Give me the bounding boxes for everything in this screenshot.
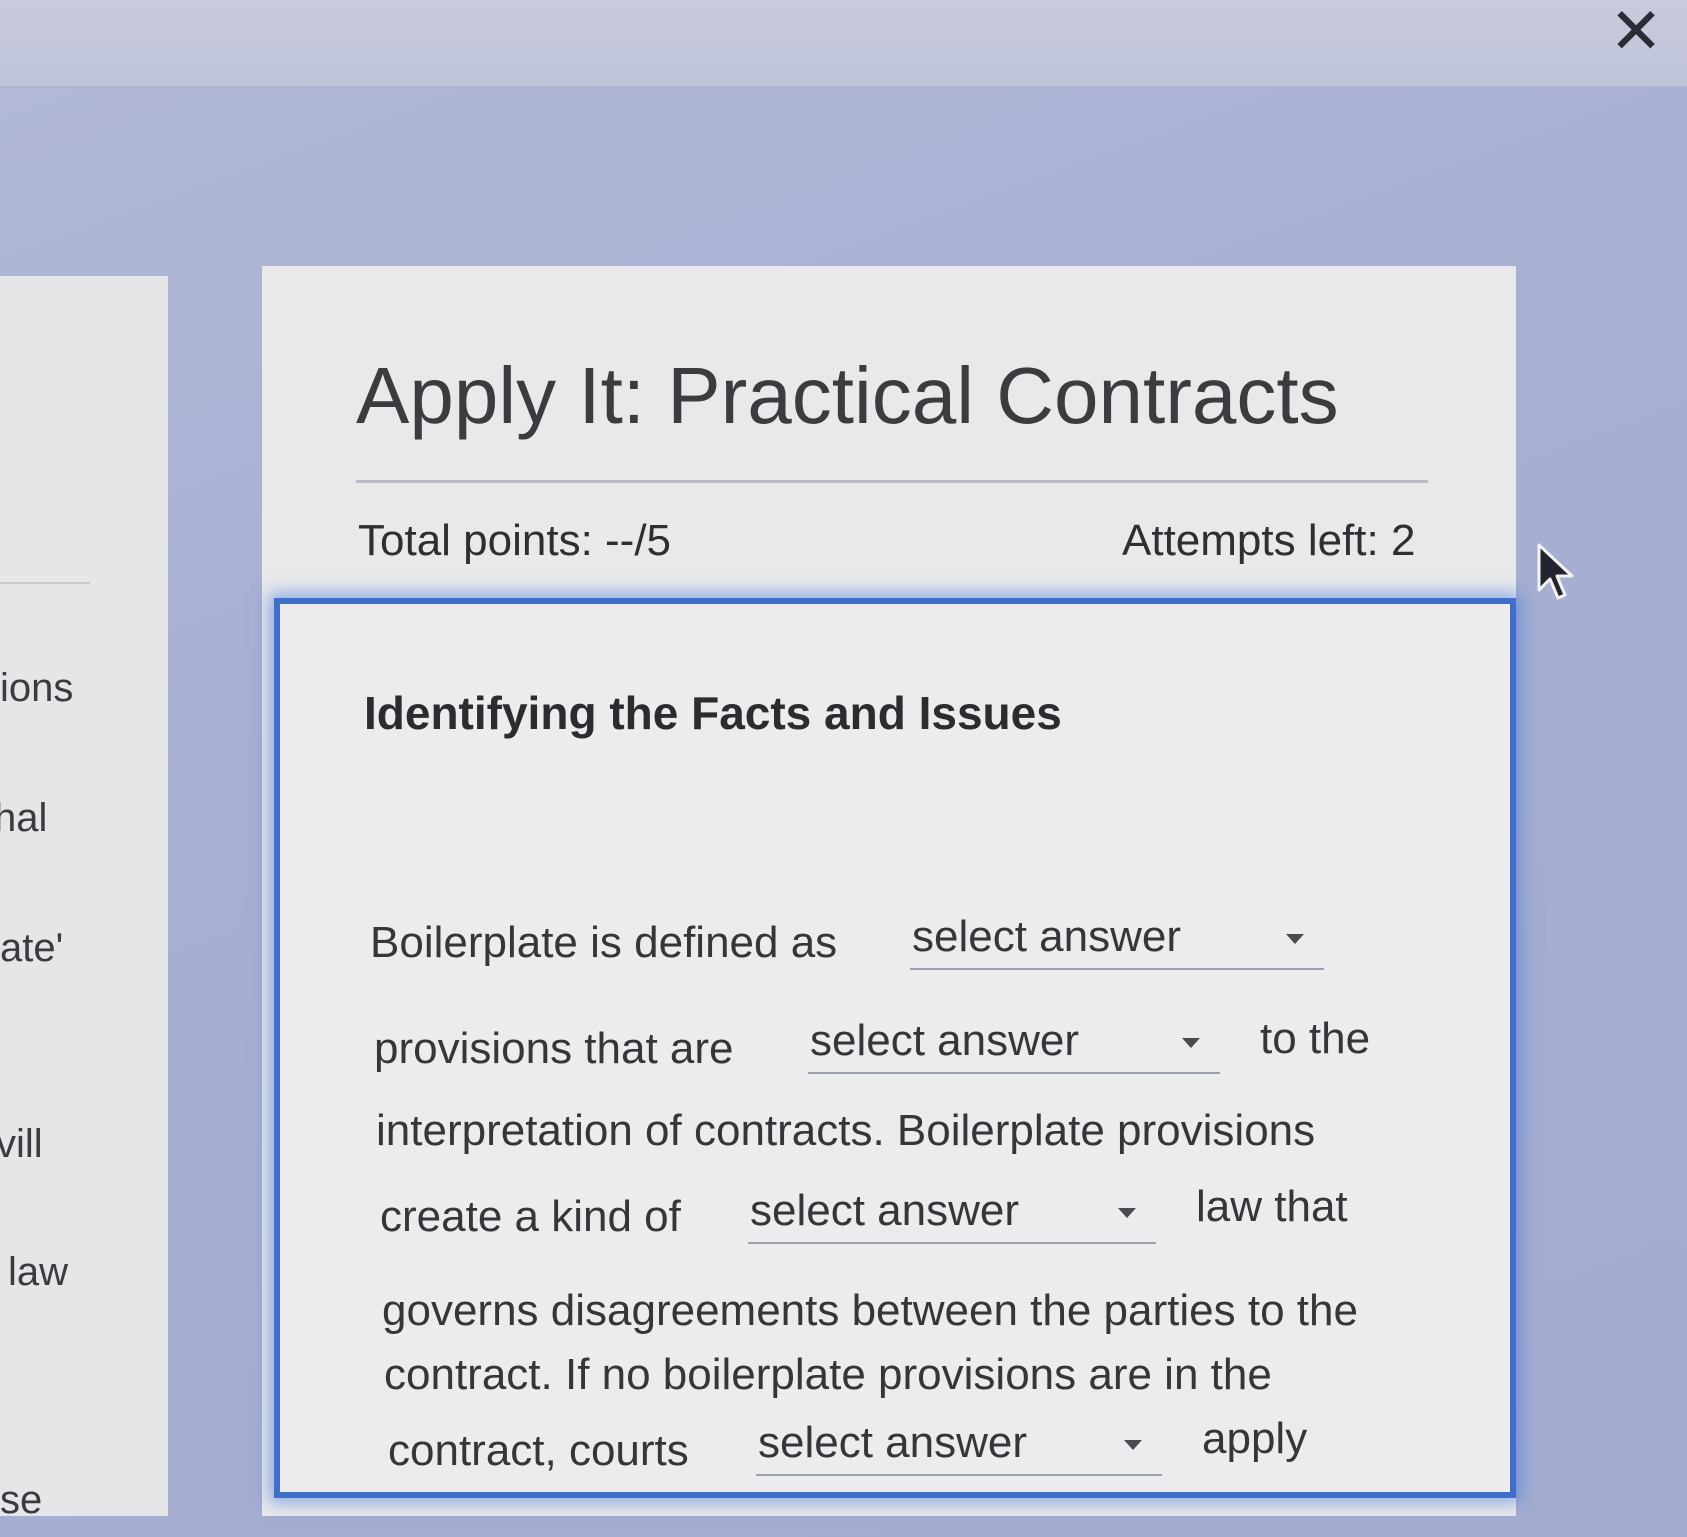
- question-text: provisions that are: [374, 1024, 734, 1073]
- mouse-pointer-icon: [1537, 543, 1574, 600]
- top-bar: ✕: [0, 0, 1687, 88]
- sidebar-text-fragment: law: [8, 1250, 69, 1294]
- total-points: Total points: --/5: [358, 516, 672, 565]
- question-text: create a kind of: [380, 1192, 681, 1241]
- sidebar-text-fragment: ate': [0, 926, 64, 970]
- attempts-left: Attempts left: 2: [1122, 516, 1416, 565]
- chevron-down-icon[interactable]: [1124, 1440, 1142, 1450]
- question-text: to the: [1260, 1014, 1371, 1063]
- dropdown-value: select answer: [810, 1016, 1080, 1065]
- question-text: contract, courts: [388, 1426, 689, 1475]
- chevron-down-icon[interactable]: [1118, 1208, 1136, 1218]
- dropdown-value: select answer: [758, 1418, 1028, 1467]
- sidebar-text-fragment: vill: [0, 1122, 43, 1166]
- sidebar-text-fragment: hal: [0, 796, 48, 840]
- question-text: law that: [1196, 1182, 1348, 1231]
- question-text: governs disagreements between the partie…: [382, 1286, 1358, 1335]
- question-heading: Identifying the Facts and Issues: [364, 687, 1062, 739]
- sidebar-text-fragment: ions: [0, 666, 74, 710]
- question-text: interpretation of contracts. Boilerplate…: [376, 1106, 1316, 1155]
- close-button[interactable]: ✕: [1600, 0, 1672, 68]
- title-divider: [356, 480, 1428, 483]
- chevron-down-icon[interactable]: [1286, 934, 1304, 944]
- chevron-down-icon[interactable]: [1182, 1038, 1200, 1048]
- dropdown-value: select answer: [912, 912, 1182, 961]
- answer-dropdown-4[interactable]: select answer: [756, 1418, 1162, 1476]
- question-text: contract. If no boilerplate provisions a…: [384, 1350, 1272, 1399]
- sidebar-divider: [0, 582, 90, 584]
- left-sidebar-panel: [0, 276, 168, 1516]
- answer-dropdown-2[interactable]: select answer: [808, 1016, 1220, 1074]
- dropdown-value: select answer: [750, 1186, 1020, 1235]
- close-icon[interactable]: ✕: [1609, 0, 1663, 69]
- answer-dropdown-1[interactable]: select answer: [910, 912, 1324, 970]
- answer-dropdown-3[interactable]: select answer: [748, 1186, 1156, 1244]
- sidebar-text-fragment: se: [0, 1478, 43, 1522]
- question-text: apply: [1202, 1414, 1308, 1463]
- question-text: Boilerplate is defined as: [370, 918, 838, 967]
- page-title: Apply It: Practical Contracts: [356, 351, 1339, 440]
